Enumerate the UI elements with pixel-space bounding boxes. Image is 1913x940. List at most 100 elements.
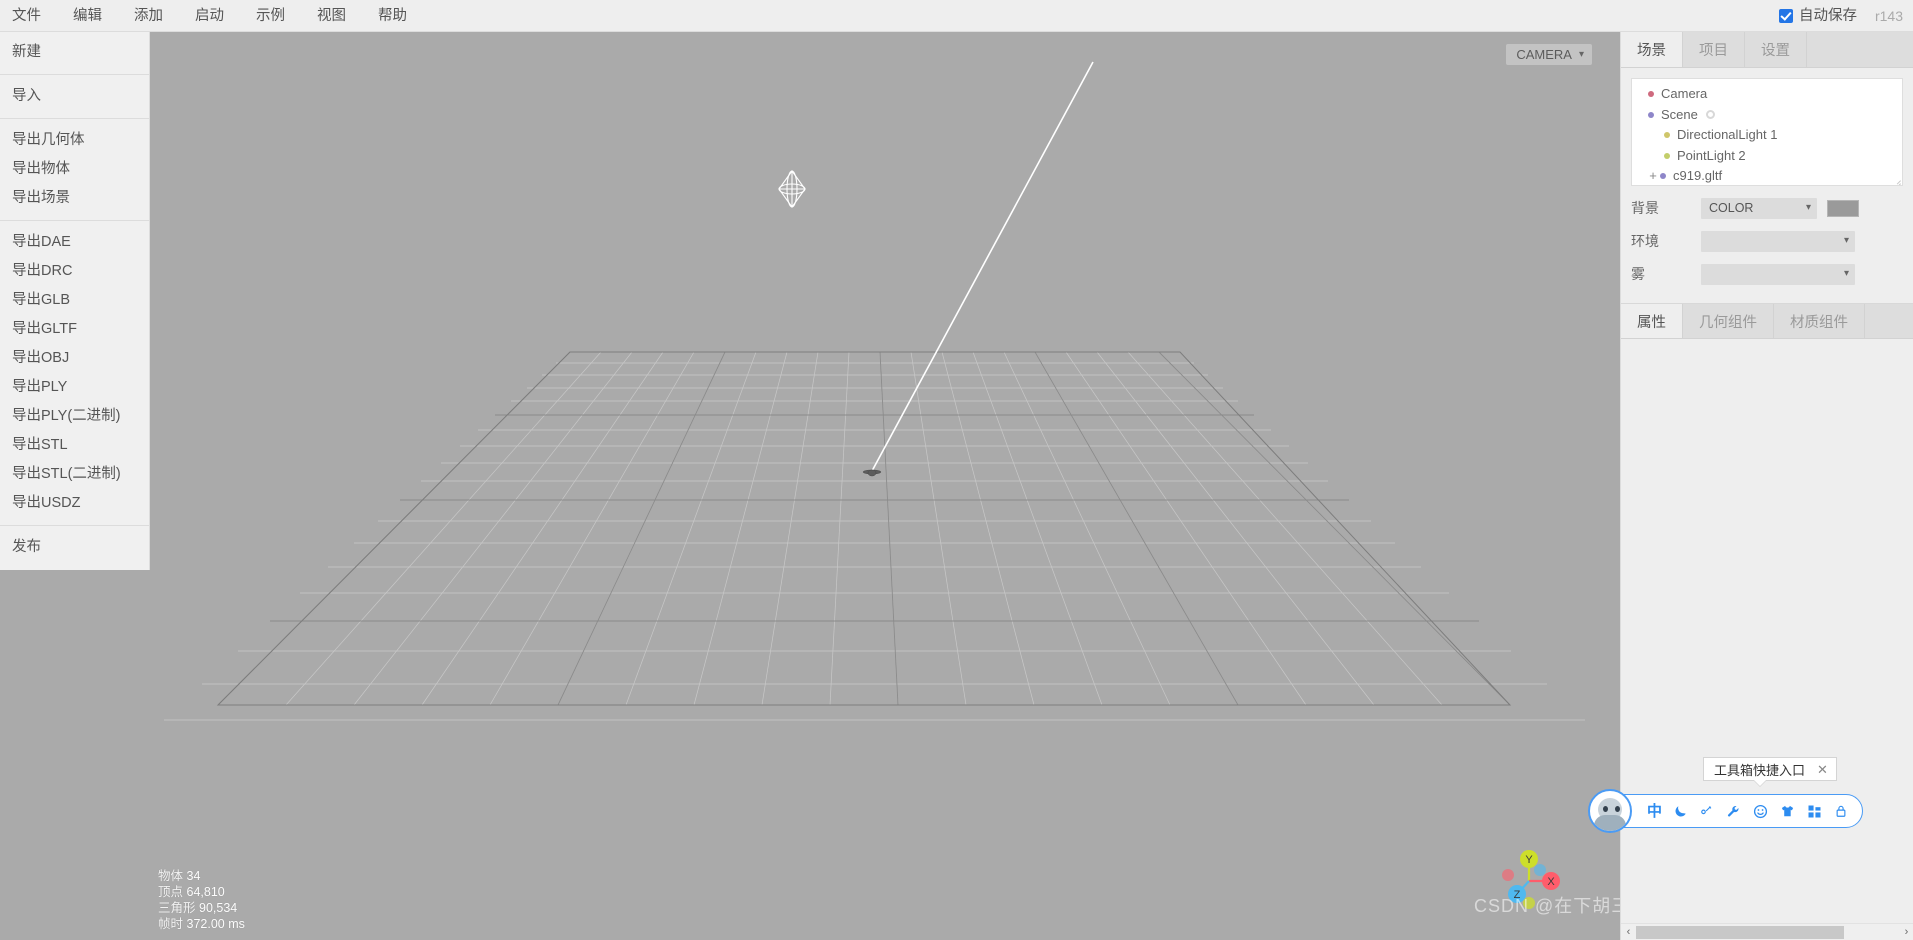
ground-grid-major [217,351,1511,706]
axis-z-label: Z [1514,889,1521,901]
smiley-icon[interactable] [1753,804,1768,819]
menu-play-label: 启动 [195,8,224,24]
eyedropper-icon[interactable] [1700,804,1714,818]
wrench-icon[interactable] [1726,804,1741,819]
menu-item-export-stl-binary[interactable]: 导出STL(二进制) [0,460,149,489]
moon-glyph [1675,806,1686,817]
object-type-dot-icon [1648,91,1654,98]
menu-item-export-object[interactable]: 导出物体 [0,155,149,184]
menu-help-label: 帮助 [378,8,407,24]
lock-icon[interactable] [1834,804,1848,818]
menu-item-new[interactable]: 新建 [0,38,149,67]
menu-item-export-stl[interactable]: 导出STL [0,431,149,460]
scrollbar-thumb[interactable] [1636,925,1844,939]
autosave-toggle[interactable]: 自动保存 [1779,0,1857,32]
outliner-item-c919-gltf[interactable]: + c919.gltf [1632,166,1902,185]
menu-item-export-gltf[interactable]: 导出GLTF [0,315,149,344]
expand-icon[interactable]: + [1648,166,1658,185]
background-label: 背景 [1631,200,1659,216]
sidebar-horizontal-scrollbar[interactable]: ‹ › [1621,923,1913,940]
axis-x-neg-handle [1502,869,1514,881]
scrollbar-track[interactable] [1636,925,1899,939]
menu-edit[interactable]: 编辑 [57,0,118,32]
menu-separator [0,525,149,526]
outliner-resize-handle[interactable] [1891,174,1901,185]
row-background: 背景 COLOR ▾ [1631,194,1903,222]
menu-examples-label: 示例 [256,8,285,24]
smiley-glyph [1753,804,1768,818]
close-icon[interactable]: ✕ [1817,763,1828,776]
tab-object-properties[interactable]: 属性 [1621,304,1683,338]
point-light-helper [778,170,806,208]
camera-selector[interactable]: CAMERA ▾ [1506,44,1592,65]
menu-item-export-ply-binary[interactable]: 导出PLY(二进制) [0,402,149,431]
shirt-icon[interactable] [1780,804,1795,819]
object-panel-body [1621,339,1913,779]
tab-geometry[interactable]: 几何组件 [1683,304,1774,338]
outliner-item-camera[interactable]: Camera [1632,84,1902,105]
tab-scene[interactable]: 场景 [1621,32,1683,67]
outliner-item-pointlight-2[interactable]: PointLight 2 [1632,146,1902,167]
axes-gizmo[interactable]: Y X Z [1496,848,1562,914]
menu-separator [0,74,149,75]
object-type-dot-icon [1664,132,1670,139]
chevron-down-icon: ▾ [1578,48,1584,60]
menu-file[interactable]: 文件 [0,0,57,32]
scene-visibility-icon[interactable] [1705,110,1715,120]
menu-play[interactable]: 启动 [179,0,240,32]
tab-material[interactable]: 材质组件 [1774,304,1865,338]
stat-frametime: 帧时 372.00 ms [158,917,245,931]
axis-y-neg-handle [1523,897,1535,909]
menu-item-export-scene[interactable]: 导出场景 [0,184,149,213]
sidebar-tabs: 场景 项目 设置 [1621,32,1913,68]
autosave-label: 自动保存 [1799,8,1857,24]
viewport-3d[interactable]: CAMERA ▾ 物体 34 顶点 64,810 三角形 90,534 帧时 3… [150,32,1620,940]
object-section-tabs: 属性 几何组件 材质组件 [1621,303,1913,339]
scroll-left-arrow-icon[interactable]: ‹ [1621,926,1636,938]
menu-separator [0,220,149,221]
menu-view[interactable]: 视图 [301,0,362,32]
scroll-right-arrow-icon[interactable]: › [1899,926,1913,938]
outliner-item-scene[interactable]: Scene [1632,105,1902,126]
background-type-select[interactable]: COLOR ▾ [1701,197,1817,219]
menu-item-export-glb[interactable]: 导出GLB [0,286,149,315]
menu-add[interactable]: 添加 [118,0,179,32]
outliner-item-directionallight-1[interactable]: DirectionalLight 1 [1632,125,1902,146]
chevron-down-icon: ▾ [1843,268,1849,279]
menu-item-export-drc[interactable]: 导出DRC [0,257,149,286]
axis-z-neg-handle [1534,864,1546,876]
menu-item-publish[interactable]: 发布 [0,533,149,562]
outliner-item-label: Camera [1661,86,1708,101]
menu-item-import[interactable]: 导入 [0,82,149,111]
menu-item-export-dae[interactable]: 导出DAE [0,228,149,257]
menu-item-export-usdz[interactable]: 导出USDZ [0,489,149,518]
toolbox-grid-icon[interactable] [1807,804,1822,819]
autosave-checkbox-icon[interactable] [1779,9,1793,23]
viewport-stats: 物体 34 顶点 64,810 三角形 90,534 帧时 372.00 ms [158,868,245,932]
moon-icon[interactable] [1674,804,1688,818]
ime-chinese-icon[interactable]: 中 [1647,804,1662,819]
menu-examples[interactable]: 示例 [240,0,301,32]
background-type-value: COLOR [1709,201,1754,215]
fog-type-select[interactable]: ▾ [1701,263,1855,285]
assistant-tooltip: 工具箱快捷入口 ✕ [1703,757,1837,781]
tab-settings[interactable]: 设置 [1745,32,1807,67]
file-dropdown-menu: 新建 导入 导出几何体 导出物体 导出场景 导出DAE 导出DRC 导出GLB … [0,32,150,570]
menu-item-export-obj[interactable]: 导出OBJ [0,344,149,373]
outliner-item-label: c919.gltf [1673,168,1723,183]
avatar-eye-left [1603,806,1608,812]
menu-help[interactable]: 帮助 [362,0,423,32]
background-color-swatch[interactable] [1827,199,1859,217]
avatar[interactable] [1588,789,1632,833]
outliner-item-label: DirectionalLight 1 [1677,127,1778,142]
tab-project[interactable]: 项目 [1683,32,1745,67]
menu-item-export-geometry[interactable]: 导出几何体 [0,126,149,155]
menu-file-label: 文件 [12,8,41,24]
row-fog: 雾 ▾ [1631,260,1903,288]
fog-label: 雾 [1631,266,1645,282]
scene-properties: 背景 COLOR ▾ 环境 ▾ 雾 ▾ [1621,186,1913,303]
scene-outliner[interactable]: Camera Scene DirectionalLight 1 PointLig… [1631,78,1903,186]
environment-type-select[interactable]: ▾ [1701,230,1855,252]
menu-item-export-ply[interactable]: 导出PLY [0,373,149,402]
menu-view-label: 视图 [317,8,346,24]
